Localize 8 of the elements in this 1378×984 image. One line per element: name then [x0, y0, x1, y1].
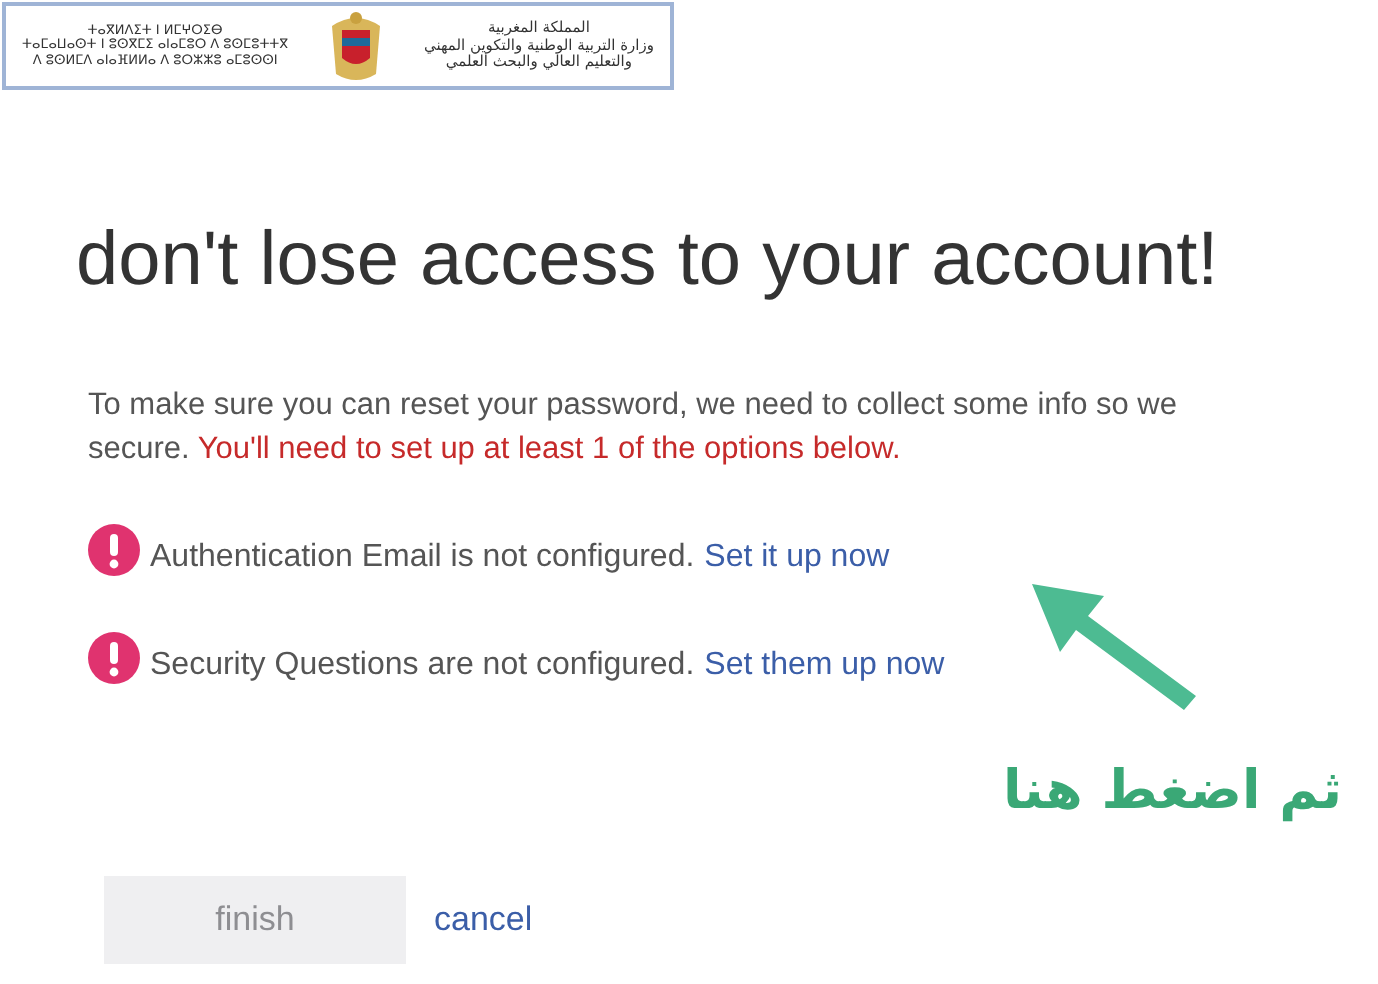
- cancel-link[interactable]: cancel: [434, 900, 533, 940]
- intro-text: To make sure you can reset your password, we need to collect some info so we secure. You'll need to set up at least 1 of the options below.: [88, 386, 1179, 470]
- setup-link[interactable]: Set it up now: [704, 540, 890, 576]
- annotation-text: ثم اضغط هنا: [1003, 760, 1342, 822]
- page-title: don't lose access to your account!: [76, 218, 1221, 304]
- option-status: Authentication Email is not configured.: [150, 540, 695, 576]
- option-status: Security Questions are not configured.: [150, 648, 695, 684]
- setup-link[interactable]: Set them up now: [704, 648, 945, 684]
